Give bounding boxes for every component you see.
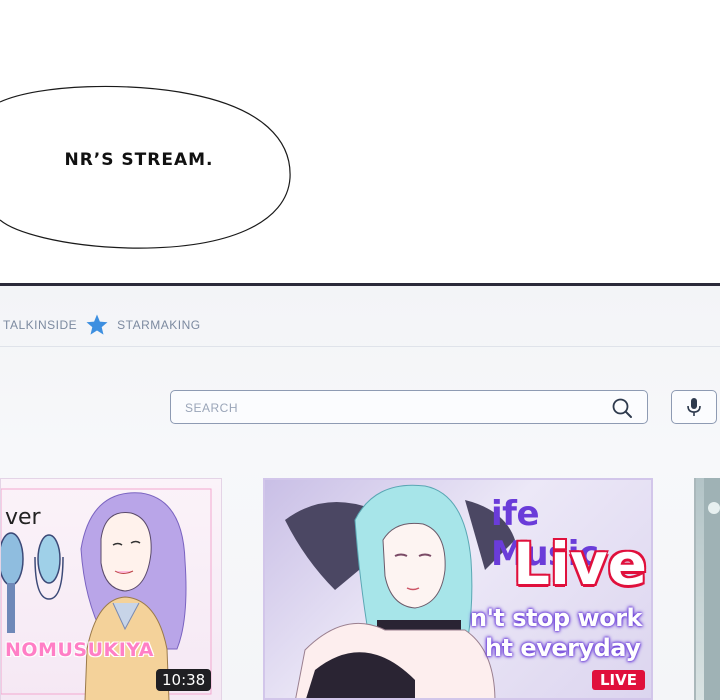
video-thumbnail <box>704 478 720 700</box>
nav-item-starmaking[interactable]: STARMAKING <box>117 318 200 332</box>
speech-bubble-text: NR’S STREAM. <box>64 150 214 170</box>
video-card[interactable]: ife Music Live n't stop work ht everyday… <box>263 478 653 700</box>
thumbnail-text: ver <box>5 505 41 530</box>
channel-name: NOMUSUKIYA <box>5 639 154 661</box>
star-icon <box>86 314 108 335</box>
nav-item-talkinside[interactable]: TALKINSIDE <box>3 318 77 332</box>
microphone-icon <box>687 398 701 416</box>
thumbnail-title-line-2: Live <box>513 530 647 598</box>
thumbnail-subtitle-line-2: ht everyday <box>485 634 641 662</box>
thumbnail-subtitle-line-1: n't stop work <box>470 604 643 632</box>
site-nav-bar: TALKINSIDE STARMAKING <box>0 304 720 347</box>
live-badge: LIVE <box>592 670 645 690</box>
video-card[interactable]: ver NOMUSUKIYA 10:38 <box>0 478 222 700</box>
comic-panel-top: NR’S STREAM. <box>0 0 720 283</box>
voice-search-button[interactable] <box>671 390 717 424</box>
speech-bubble <box>0 85 291 249</box>
search-icon[interactable] <box>611 397 633 419</box>
search-placeholder: SEARCH <box>185 401 239 415</box>
search-input[interactable]: SEARCH <box>170 390 648 424</box>
streaming-site-screen: TALKINSIDE STARMAKING SEARCH ver NOMUSUK… <box>0 286 720 700</box>
video-card[interactable] <box>694 478 720 700</box>
duration-badge: 10:38 <box>156 669 212 691</box>
